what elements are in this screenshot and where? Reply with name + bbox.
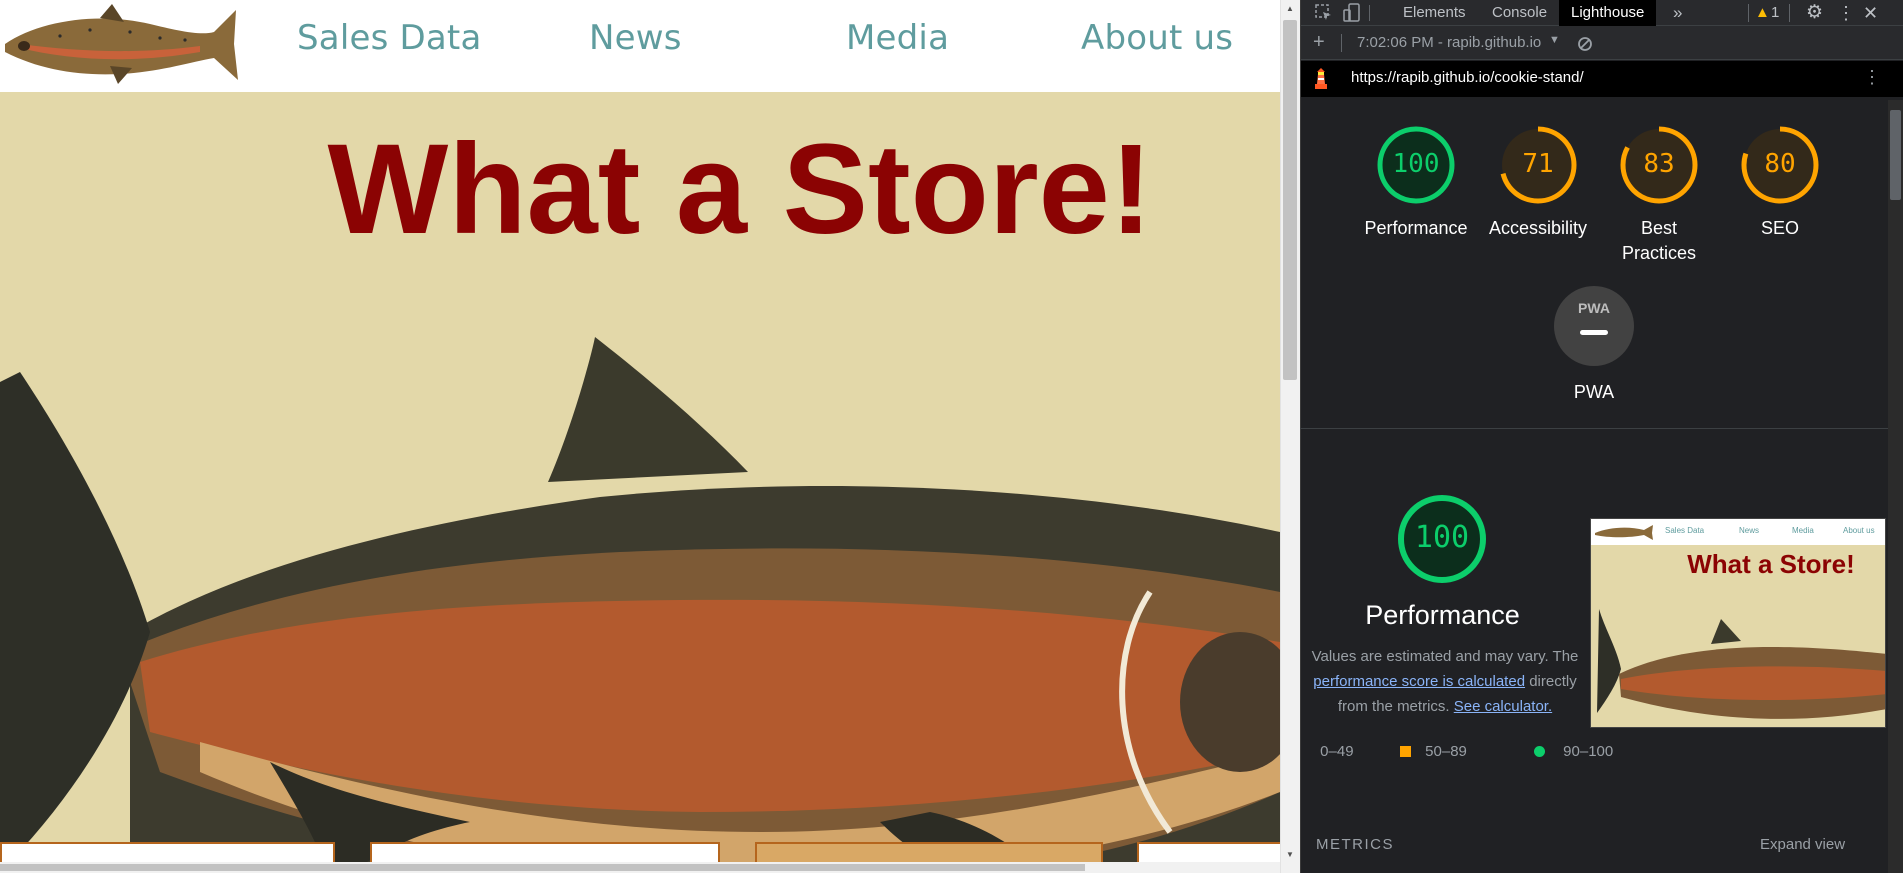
thumb-nav-link: About us: [1843, 526, 1875, 535]
devtools-tab-bar: Elements Console Lighthouse » ▲ 1 ⚙ ⋮ ✕: [1301, 0, 1903, 26]
thumb-nav-link: News: [1739, 526, 1760, 535]
more-tabs-icon[interactable]: »: [1673, 0, 1682, 26]
legend-range-average: 50–89: [1400, 743, 1467, 760]
horizontal-scroll-thumb[interactable]: [0, 864, 1085, 871]
label-performance[interactable]: Performance: [1346, 216, 1486, 241]
warning-icon[interactable]: ▲: [1755, 0, 1770, 26]
url-bar: https://rapib.github.io/cookie-stand/ ⋮: [1301, 61, 1903, 97]
clear-reports-icon[interactable]: [1577, 36, 1593, 52]
gauge-accessibility[interactable]: 71: [1498, 125, 1578, 205]
tab-lighthouse[interactable]: Lighthouse: [1559, 0, 1657, 26]
thumb-logo: [1595, 525, 1653, 540]
tab-elements[interactable]: Elements: [1403, 0, 1466, 26]
score-seo: 80: [1764, 149, 1796, 179]
label-best-practices[interactable]: Best Practices: [1619, 216, 1699, 266]
nav-link-about-us[interactable]: About us: [1081, 18, 1233, 58]
site-navbar: Sales Data News Media About us: [0, 0, 1280, 92]
legend-label: 90–100: [1563, 743, 1614, 760]
performance-description: Values are estimated and may vary. The p…: [1300, 644, 1590, 719]
desc-text: metrics.: [1397, 698, 1450, 715]
section-divider: [1300, 428, 1888, 429]
thumb-nav-link: Media: [1792, 526, 1814, 535]
thumb-nav-link: Sales Data: [1665, 526, 1705, 535]
scroll-down-arrow-icon[interactable]: ▼: [1286, 850, 1294, 859]
device-toggle-icon[interactable]: [1343, 3, 1361, 23]
performance-score-link[interactable]: performance score is calculated: [1313, 673, 1525, 690]
score-best-practices: 83: [1643, 149, 1675, 179]
report-dropdown-icon[interactable]: ▼: [1549, 34, 1560, 46]
circle-icon: [1534, 746, 1545, 757]
legend-range-fail: 0–49: [1304, 743, 1354, 760]
label-accessibility[interactable]: Accessibility: [1468, 216, 1608, 241]
score-performance-large: 100: [1414, 520, 1470, 555]
report-selector[interactable]: 7:02:06 PM - rapib.github.io: [1357, 34, 1541, 51]
expand-view-toggle[interactable]: Expand view: [1760, 836, 1845, 853]
vertical-scroll-thumb[interactable]: [1283, 20, 1297, 380]
gauge-seo[interactable]: 80: [1740, 125, 1820, 205]
inspect-element-icon[interactable]: [1315, 4, 1333, 22]
screen: Sales Data News Media About us What a St…: [0, 0, 1903, 873]
hero-banner: What a Store!: [0, 92, 1280, 862]
nav-link-sales-data[interactable]: Sales Data: [297, 18, 481, 58]
legend-range-pass: 90–100: [1534, 743, 1613, 760]
final-screenshot-thumbnail[interactable]: Sales Data News Media About us What a St…: [1590, 518, 1886, 728]
pwa-badge-icon: PWA: [1578, 300, 1610, 316]
metrics-heading: METRICS: [1316, 836, 1394, 853]
square-icon: [1400, 746, 1411, 757]
gauge-pwa[interactable]: PWA: [1554, 286, 1634, 366]
website-viewport: Sales Data News Media About us What a St…: [0, 0, 1280, 873]
warning-count[interactable]: 1: [1771, 0, 1779, 26]
settings-gear-icon[interactable]: ⚙: [1806, 0, 1823, 26]
nav-link-news[interactable]: News: [589, 18, 682, 58]
gauge-best-practices[interactable]: 83: [1619, 125, 1699, 205]
thumb-navbar: Sales Data News Media About us: [1591, 519, 1885, 545]
kebab-menu-icon[interactable]: ⋮: [1837, 0, 1855, 26]
lighthouse-toolbar: + 7:02:06 PM - rapib.github.io ▼: [1301, 26, 1903, 60]
legend-label: 0–49: [1320, 743, 1354, 760]
nav-link-media[interactable]: Media: [846, 18, 949, 58]
devtools-scroll-thumb[interactable]: [1890, 110, 1901, 200]
label-seo[interactable]: SEO: [1710, 216, 1850, 241]
devtools-scrollbar[interactable]: [1888, 100, 1903, 873]
report-menu-icon[interactable]: ⋮: [1863, 67, 1881, 88]
thumb-title: What a Store!: [1687, 549, 1855, 579]
close-icon[interactable]: ✕: [1863, 0, 1878, 26]
legend-label: 50–89: [1425, 743, 1467, 760]
audited-url[interactable]: https://rapib.github.io/cookie-stand/: [1351, 69, 1584, 86]
scroll-up-arrow-icon[interactable]: ▲: [1286, 4, 1294, 13]
score-performance: 100: [1392, 149, 1440, 179]
lighthouse-icon: [1315, 68, 1327, 89]
thumb-salmon: [1597, 609, 1885, 719]
tab-console[interactable]: Console: [1492, 0, 1547, 26]
see-calculator-link[interactable]: See calculator.: [1454, 698, 1552, 715]
label-pwa[interactable]: PWA: [1524, 380, 1664, 405]
score-accessibility: 71: [1522, 149, 1554, 179]
gauge-performance[interactable]: 100: [1376, 125, 1456, 205]
gauge-performance-large: 100: [1397, 494, 1487, 584]
add-report-icon[interactable]: +: [1313, 31, 1325, 54]
performance-heading: Performance: [1365, 600, 1520, 630]
salmon-illustration: [0, 337, 1280, 862]
desc-text: Values are estimated and may vary. The: [1311, 648, 1579, 665]
salmon-logo[interactable]: [0, 2, 240, 88]
